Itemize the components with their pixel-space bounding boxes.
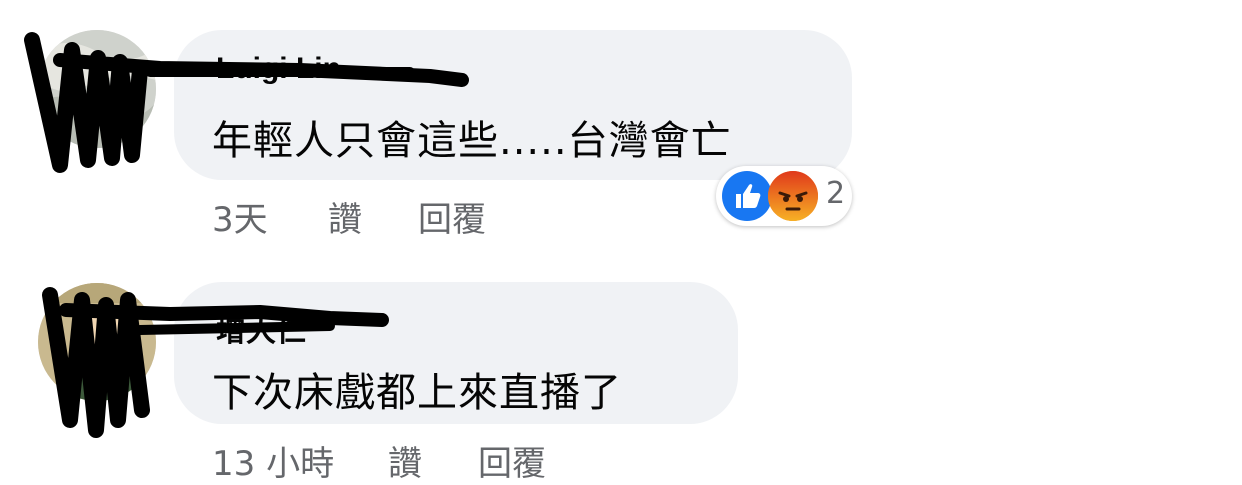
comment-bubble: 增大仁 下次床戲都上來直播了 (174, 282, 738, 424)
like-button[interactable]: 讚 (388, 436, 422, 485)
comment-text: 下次床戲都上來直播了 (212, 370, 622, 416)
comment-author[interactable]: 增大仁 (216, 306, 306, 350)
comment: 增大仁 下次床戲都上來直播了 13 小時 讚 回覆 (0, 0, 1242, 485)
reply-button[interactable]: 回覆 (478, 436, 546, 485)
comment-time[interactable]: 13 小時 (212, 436, 334, 485)
avatar[interactable] (38, 283, 156, 401)
